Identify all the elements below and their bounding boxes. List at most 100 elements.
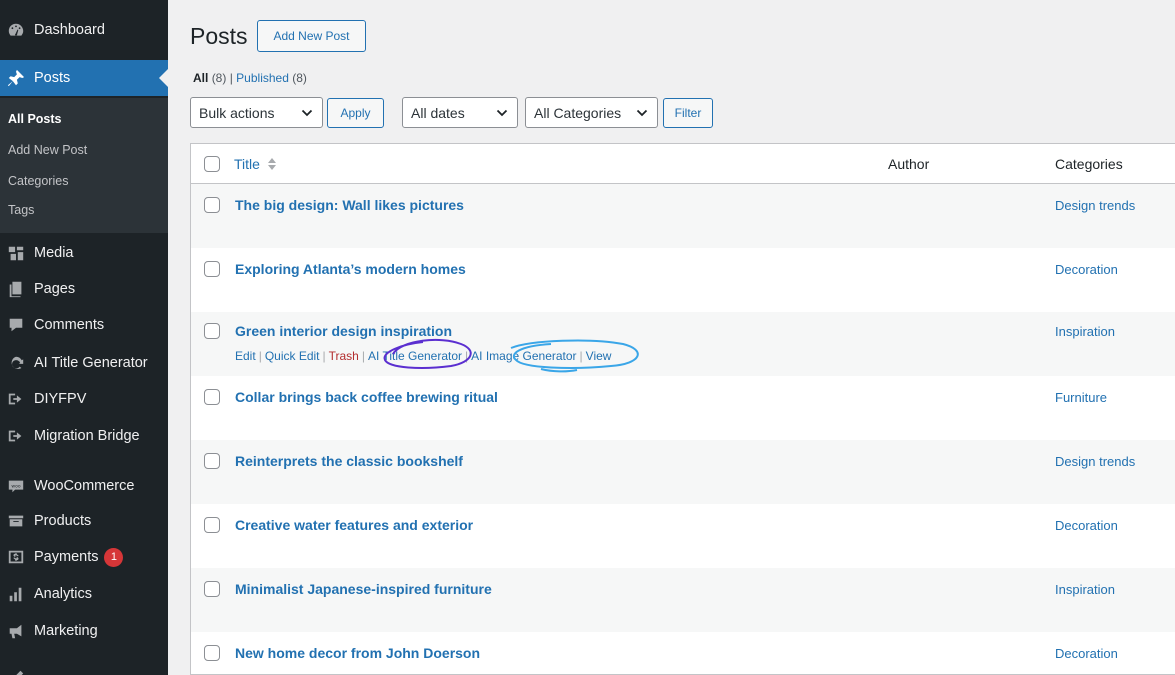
pin-icon — [6, 68, 26, 88]
post-title-link[interactable]: Reinterprets the classic bookshelf — [235, 453, 463, 469]
post-title-link[interactable]: Minimalist Japanese-inspired furniture — [235, 581, 492, 597]
add-new-post-button[interactable]: Add New Post — [257, 20, 366, 52]
select-all-checkbox[interactable] — [204, 156, 220, 172]
chevron-down-icon — [636, 109, 648, 117]
pages-icon — [6, 279, 26, 299]
table-row: Minimalist Japanese-inspired furniture I… — [191, 568, 1175, 632]
post-category-link[interactable]: Design trends — [1055, 198, 1135, 213]
post-category-link[interactable]: Decoration — [1055, 262, 1118, 277]
row-checkbox[interactable] — [204, 197, 220, 213]
column-categories: Categories — [1055, 156, 1123, 172]
menu-woocommerce[interactable]: woo WooCommerce — [0, 468, 168, 504]
svg-text:woo: woo — [11, 484, 20, 489]
menu-diyfpv-label: DIYFPV — [34, 391, 87, 407]
quick-edit-link[interactable]: Quick Edit — [265, 349, 320, 363]
apply-button[interactable]: Apply — [327, 98, 384, 128]
post-title-link[interactable]: Exploring Atlanta’s modern homes — [235, 261, 466, 277]
chevron-down-icon — [496, 109, 508, 117]
plugin-arrow-icon — [6, 426, 26, 446]
menu-ai-title-generator[interactable]: AI Title Generator — [0, 345, 168, 381]
post-title-link[interactable]: New home decor from John Doerson — [235, 645, 480, 661]
submenu-add-new-post[interactable]: Add New Post — [8, 143, 87, 157]
view-published-link[interactable]: Published — [236, 71, 289, 85]
media-icon — [6, 243, 26, 263]
refresh-icon — [6, 353, 26, 373]
menu-posts-label: Posts — [34, 70, 71, 86]
menu-analytics-label: Analytics — [34, 586, 93, 602]
view-published-count: (8) — [292, 71, 307, 85]
woo-icon: woo — [6, 476, 26, 496]
plugin-arrow-icon — [6, 389, 26, 409]
post-title-link[interactable]: Creative water features and exterior — [235, 517, 473, 533]
annotation-highlights — [383, 338, 639, 373]
dates-value: All dates — [411, 104, 465, 121]
archive-icon — [6, 511, 26, 531]
post-category-link[interactable]: Inspiration — [1055, 582, 1115, 597]
row-checkbox[interactable] — [204, 323, 220, 339]
menu-woocommerce-label: WooCommerce — [34, 478, 135, 494]
brush-icon — [6, 668, 26, 675]
posts-submenu: All Posts Add New Post Categories Tags — [0, 98, 168, 233]
menu-appearance-partial[interactable] — [0, 660, 168, 675]
view-separator: | — [229, 71, 233, 85]
dates-select[interactable]: All dates — [402, 97, 518, 128]
payments-badge: 1 — [104, 547, 124, 567]
menu-ai-title-generator-label: AI Title Generator — [34, 355, 148, 371]
menu-comments[interactable]: Comments — [0, 307, 168, 343]
comments-icon — [6, 315, 26, 335]
row-checkbox[interactable] — [204, 581, 220, 597]
menu-marketing[interactable]: Marketing — [0, 613, 168, 649]
table-row: Creative water features and exterior Dec… — [191, 504, 1175, 568]
post-status-views: All (8) | Published (8) — [193, 71, 307, 85]
filter-button[interactable]: Filter — [663, 98, 713, 128]
view-all-label[interactable]: All — [193, 71, 208, 85]
menu-payments[interactable]: Payments 1 — [0, 539, 168, 575]
megaphone-icon — [6, 621, 26, 641]
menu-dashboard[interactable]: Dashboard — [0, 12, 168, 48]
table-row: Collar brings back coffee brewing ritual… — [191, 376, 1175, 440]
menu-dashboard-label: Dashboard — [34, 22, 105, 38]
row-checkbox[interactable] — [204, 389, 220, 405]
row-checkbox[interactable] — [204, 453, 220, 469]
submenu-categories[interactable]: Categories — [8, 174, 68, 188]
menu-products-label: Products — [34, 513, 92, 529]
main-content: Posts Add New Post All (8) | Published (… — [168, 0, 1175, 675]
submenu-tags[interactable]: Tags — [8, 203, 34, 217]
post-category-link[interactable]: Decoration — [1055, 646, 1118, 661]
categories-value: All Categories — [534, 104, 622, 121]
post-category-link[interactable]: Decoration — [1055, 518, 1118, 533]
column-title[interactable]: Title — [234, 156, 277, 172]
menu-posts[interactable]: Posts — [0, 60, 168, 96]
row-checkbox[interactable] — [204, 261, 220, 277]
admin-sidebar: Dashboard Posts All Posts Add New Post C… — [0, 0, 168, 675]
edit-link[interactable]: Edit — [235, 349, 256, 363]
menu-products[interactable]: Products — [0, 503, 168, 539]
table-row: Reinterprets the classic bookshelf Desig… — [191, 440, 1175, 504]
menu-pages-label: Pages — [34, 281, 76, 297]
table-row: The big design: Wall likes pictures Desi… — [191, 184, 1175, 248]
post-category-link[interactable]: Inspiration — [1055, 324, 1115, 339]
table-row: New home decor from John Doerson Decorat… — [191, 632, 1175, 675]
bulk-actions-select[interactable]: Bulk actions — [190, 97, 323, 128]
post-category-link[interactable]: Furniture — [1055, 390, 1107, 405]
menu-marketing-label: Marketing — [34, 623, 98, 639]
menu-media[interactable]: Media — [0, 235, 168, 271]
bulk-actions-value: Bulk actions — [199, 104, 275, 121]
menu-media-label: Media — [34, 245, 74, 261]
menu-diyfpv[interactable]: DIYFPV — [0, 381, 168, 417]
blue-annotation-circle — [510, 339, 639, 373]
page-title: Posts — [190, 23, 248, 49]
column-title-label: Title — [234, 156, 260, 172]
posts-table: Title Author Categories The big design: … — [190, 143, 1175, 675]
menu-pages[interactable]: Pages — [0, 271, 168, 307]
post-title-link[interactable]: The big design: Wall likes pictures — [235, 197, 464, 213]
menu-analytics[interactable]: Analytics — [0, 576, 168, 612]
purple-annotation-circle — [383, 338, 472, 369]
post-category-link[interactable]: Design trends — [1055, 454, 1135, 469]
submenu-all-posts[interactable]: All Posts — [8, 112, 62, 126]
categories-select[interactable]: All Categories — [525, 97, 658, 128]
row-checkbox[interactable] — [204, 645, 220, 661]
post-title-link[interactable]: Collar brings back coffee brewing ritual — [235, 389, 498, 405]
row-checkbox[interactable] — [204, 517, 220, 533]
menu-migration-bridge[interactable]: Migration Bridge — [0, 418, 168, 454]
